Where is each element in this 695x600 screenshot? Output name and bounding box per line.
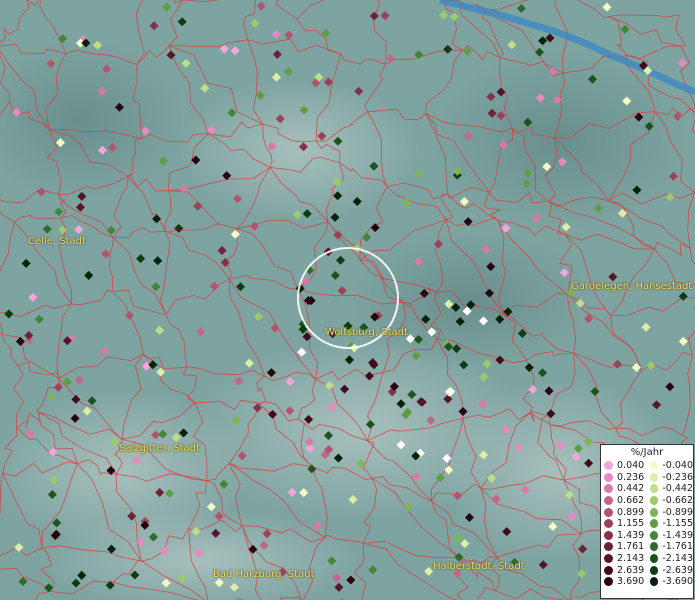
legend-entry-positive: 0.442: [601, 483, 647, 494]
legend-label: 0.662: [617, 495, 645, 507]
legend-entry-negative: -1.761: [647, 541, 693, 552]
legend-label: -0.040: [662, 460, 693, 472]
city-label-celle: Celle, Stadt: [28, 236, 86, 247]
legend-swatch: [604, 484, 613, 494]
map-canvas[interactable]: [0, 0, 695, 600]
legend-swatch: [604, 577, 613, 587]
legend-swatch: [650, 542, 659, 552]
legend-row: 3.690 -3.690: [601, 576, 693, 588]
legend-row: 0.899 -0.899: [601, 506, 693, 518]
legend-label: -2.143: [662, 553, 693, 565]
legend-row: 0.442 -0.442: [601, 483, 693, 495]
legend-entry-positive: 1.155: [601, 518, 647, 529]
legend-label: 1.439: [617, 529, 645, 541]
legend-entry-positive: 3.690: [601, 576, 647, 587]
legend-entry-positive: 1.761: [601, 541, 647, 552]
legend-entry-negative: -0.236: [647, 472, 693, 483]
legend-entry-positive: 2.143: [601, 553, 647, 564]
legend-rows: 0.040 -0.040 0.236 -0.236 0.442 -0.442 0.662 -0…: [601, 460, 693, 588]
legend-swatch: [650, 484, 659, 494]
legend-entry-positive: 0.236: [601, 472, 647, 483]
legend-row: 1.439 -1.439: [601, 530, 693, 542]
legend-swatch: [604, 530, 613, 540]
legend-entry-positive: 0.899: [601, 507, 647, 518]
legend-label: 0.899: [617, 506, 645, 518]
legend-row: 2.639 -2.639: [601, 564, 693, 576]
legend-swatch: [650, 530, 659, 540]
legend-row: 0.662 -0.662: [601, 495, 693, 507]
legend-label: -1.439: [662, 529, 693, 541]
legend-swatch: [604, 542, 613, 552]
legend-swatch: [604, 507, 613, 517]
city-label-bad-harzburg: Bad Harzburg, Stadt: [213, 569, 315, 580]
legend-swatch: [604, 461, 613, 471]
legend-swatch: [650, 554, 659, 564]
legend-entry-positive: 2.639: [601, 565, 647, 576]
legend-swatch: [604, 565, 613, 575]
legend-label: 0.040: [617, 460, 645, 472]
legend-swatch: [650, 519, 659, 529]
legend-label: -1.761: [662, 541, 693, 553]
legend-swatch: [650, 565, 659, 575]
legend-swatch: [650, 496, 659, 506]
legend-label: 0.442: [617, 483, 645, 495]
legend-entry-negative: -0.662: [647, 495, 693, 506]
legend-swatch: [604, 472, 613, 482]
legend-row: 2.143 -2.143: [601, 553, 693, 565]
legend: %/Jahr 0.040 -0.040 0.236 -0.236 0.442 -0.442…: [600, 444, 694, 599]
legend-swatch: [650, 507, 659, 517]
legend-entry-negative: -0.040: [647, 460, 693, 471]
legend-label: -3.690: [662, 576, 693, 588]
legend-label: 0.236: [617, 471, 645, 483]
legend-label: -0.236: [662, 471, 693, 483]
legend-label: -0.442: [662, 483, 693, 495]
legend-swatch: [650, 461, 659, 471]
legend-label: 2.143: [617, 553, 645, 565]
legend-row: 1.761 -1.761: [601, 541, 693, 553]
legend-row: 0.236 -0.236: [601, 472, 693, 484]
legend-entry-negative: -2.639: [647, 565, 693, 576]
legend-label: 2.639: [617, 564, 645, 576]
legend-label: -2.639: [662, 564, 693, 576]
legend-label: 1.155: [617, 518, 645, 530]
legend-title: %/Jahr: [630, 447, 664, 458]
legend-entry-positive: 0.040: [601, 460, 647, 471]
legend-entry-negative: -0.442: [647, 483, 693, 494]
legend-entry-negative: -2.143: [647, 553, 693, 564]
legend-entry-negative: -0.899: [647, 507, 693, 518]
legend-swatch: [604, 496, 613, 506]
legend-label: -0.662: [662, 495, 693, 507]
legend-swatch: [650, 577, 659, 587]
legend-entry-negative: -1.439: [647, 530, 693, 541]
legend-row: 1.155 -1.155: [601, 518, 693, 530]
legend-swatch: [604, 519, 613, 529]
legend-swatch: [650, 472, 659, 482]
city-label-wolfsburg: Wolfsburg, Stadt: [325, 327, 408, 338]
legend-entry-positive: 1.439: [601, 530, 647, 541]
legend-entry-positive: 0.662: [601, 495, 647, 506]
city-label-salzgitter: Salzgitter, Stadt: [119, 443, 200, 454]
city-label-halberstadt: Halberstadt, Stadt: [433, 561, 525, 572]
legend-label: -1.155: [662, 518, 693, 530]
legend-label: 3.690: [617, 576, 645, 588]
legend-entry-negative: -3.690: [647, 576, 693, 587]
city-label-gardelegen: Gardelegen, Hansestadt: [571, 281, 693, 292]
legend-swatch: [604, 554, 613, 564]
legend-label: 1.761: [617, 541, 645, 553]
legend-label: -0.899: [662, 506, 693, 518]
legend-row: 0.040 -0.040: [601, 460, 693, 472]
legend-entry-negative: -1.155: [647, 518, 693, 529]
